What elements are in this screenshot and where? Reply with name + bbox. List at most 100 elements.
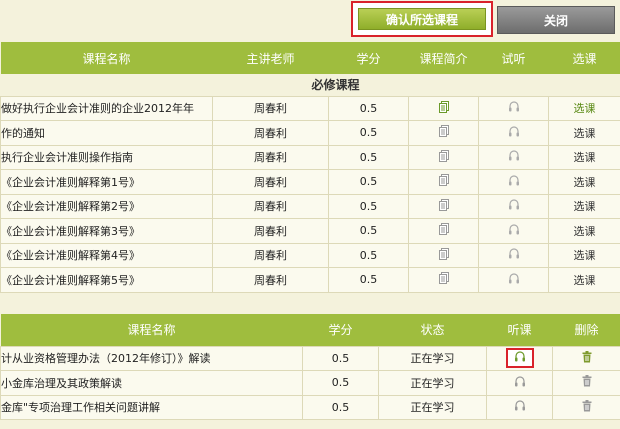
intro-cell	[408, 242, 479, 268]
select-course-link[interactable]: 选课	[574, 200, 596, 213]
intro-cell	[408, 95, 479, 121]
course-name: 《企业会计准则解释第3号》	[0, 218, 213, 244]
col-audition: 试听	[478, 42, 549, 74]
document-copy-icon[interactable]	[438, 149, 449, 165]
listen-cell	[486, 370, 553, 396]
my-course-row: 金库"专项治理工作相关问题讲解 0.5 正在学习	[0, 394, 620, 420]
document-copy-icon[interactable]	[438, 272, 449, 287]
select-course-link[interactable]: 选课	[574, 176, 596, 189]
credit-value: 0.5	[302, 345, 379, 371]
intro-cell	[408, 193, 479, 219]
listen-cell	[486, 345, 553, 371]
select-course-link[interactable]: 选课	[574, 274, 596, 287]
course-row: 《企业会计准则解释第2号》 周春利 0.5 选课	[0, 193, 620, 219]
select-course-link[interactable]: 选课	[574, 102, 596, 115]
delete-cell	[552, 370, 620, 396]
headphones-icon[interactable]	[508, 199, 520, 213]
select-cell: 选课	[548, 218, 620, 244]
my-courses-header: 课程名称 学分 状态 听课 删除	[0, 314, 620, 346]
document-copy-icon[interactable]	[438, 223, 449, 238]
audition-cell	[478, 267, 549, 293]
col-teacher: 主讲老师	[212, 42, 329, 74]
audition-cell	[478, 218, 549, 244]
document-copy-icon[interactable]	[438, 198, 449, 214]
intro-cell	[408, 267, 479, 293]
teacher-name: 周春利	[212, 242, 329, 268]
select-course-link[interactable]: 选课	[574, 151, 596, 164]
document-copy-icon[interactable]	[438, 100, 449, 116]
teacher-name: 周春利	[212, 193, 329, 219]
col-intro: 课程简介	[408, 42, 479, 74]
audition-cell	[478, 95, 549, 121]
course-name: 作的通知	[0, 120, 213, 146]
trash-icon[interactable]	[582, 350, 592, 366]
confirm-selected-courses-button[interactable]: 确认所选课程	[358, 8, 486, 30]
intro-cell	[408, 120, 479, 146]
course-name: 小金库治理及其政策解读	[0, 370, 303, 396]
course-row: 做好执行企业会计准则的企业2012年年 周春利 0.5 选课	[0, 95, 620, 121]
headphones-icon[interactable]	[508, 101, 520, 115]
select-cell: 选课	[548, 144, 620, 170]
select-cell: 选课	[548, 169, 620, 195]
col-credit: 学分	[328, 42, 409, 74]
select-course-link[interactable]: 选课	[574, 249, 596, 262]
select-cell: 选课	[548, 120, 620, 146]
close-button[interactable]: 关闭	[497, 6, 615, 34]
status-value: 正在学习	[378, 370, 487, 396]
audition-cell	[478, 193, 549, 219]
headphones-icon[interactable]	[508, 273, 520, 287]
course-name: 金库"专项治理工作相关问题讲解	[0, 394, 303, 420]
course-name: 计从业资格管理办法（2012年修订）》解读	[0, 345, 303, 371]
col-select: 选课	[548, 42, 620, 74]
document-copy-icon[interactable]	[438, 247, 449, 263]
course-row: 执行企业会计准则操作指南 周春利 0.5 选课	[0, 144, 620, 170]
course-name: 《企业会计准则解释第5号》	[0, 267, 213, 293]
headphones-icon[interactable]	[508, 150, 520, 164]
course-name: 《企业会计准则解释第4号》	[0, 242, 213, 268]
status-value: 正在学习	[378, 394, 487, 420]
my-course-row: 小金库治理及其政策解读 0.5 正在学习	[0, 370, 620, 396]
course-name: 做好执行企业会计准则的企业2012年年	[0, 95, 213, 121]
intro-cell	[408, 218, 479, 244]
select-course-link[interactable]: 选课	[574, 225, 596, 238]
col-course-name: 课程名称	[0, 314, 303, 346]
top-toolbar: 确认所选课程 关闭	[0, 0, 620, 40]
required-section-row: 必修课程	[0, 74, 620, 96]
credit-value: 0.5	[328, 242, 409, 268]
select-cell: 选课	[548, 242, 620, 268]
headphones-icon[interactable]	[508, 248, 520, 262]
credit-value: 0.5	[328, 95, 409, 121]
headphones-icon[interactable]	[514, 351, 526, 365]
audition-cell	[478, 120, 549, 146]
document-copy-icon[interactable]	[438, 125, 449, 140]
trash-icon[interactable]	[582, 375, 592, 390]
trash-icon[interactable]	[582, 399, 592, 415]
col-credit: 学分	[302, 314, 379, 346]
select-cell: 选课	[548, 95, 620, 121]
listen-cell	[486, 394, 553, 420]
delete-cell	[552, 345, 620, 371]
select-course-link[interactable]: 选课	[574, 127, 596, 140]
headphones-icon[interactable]	[514, 400, 526, 414]
teacher-name: 周春利	[212, 95, 329, 121]
course-row: 《企业会计准则解释第3号》 周春利 0.5 选课	[0, 218, 620, 244]
headphones-icon[interactable]	[508, 126, 520, 140]
headphones-icon[interactable]	[514, 376, 526, 390]
credit-value: 0.5	[302, 370, 379, 396]
headphones-icon[interactable]	[508, 175, 520, 189]
course-row: 《企业会计准则解释第4号》 周春利 0.5 选课	[0, 242, 620, 268]
credit-value: 0.5	[328, 193, 409, 219]
document-copy-icon[interactable]	[438, 174, 449, 189]
select-cell: 选课	[548, 193, 620, 219]
credit-value: 0.5	[302, 394, 379, 420]
headphones-icon[interactable]	[508, 224, 520, 238]
audition-cell	[478, 169, 549, 195]
course-row: 《企业会计准则解释第5号》 周春利 0.5 选课	[0, 267, 620, 293]
section-label: 必修课程	[0, 74, 620, 96]
course-row: 《企业会计准则解释第1号》 周春利 0.5 选课	[0, 169, 620, 195]
course-name: 执行企业会计准则操作指南	[0, 144, 213, 170]
audition-cell	[478, 242, 549, 268]
teacher-name: 周春利	[212, 120, 329, 146]
col-course-name: 课程名称	[0, 42, 213, 74]
course-name: 《企业会计准则解释第1号》	[0, 169, 213, 195]
